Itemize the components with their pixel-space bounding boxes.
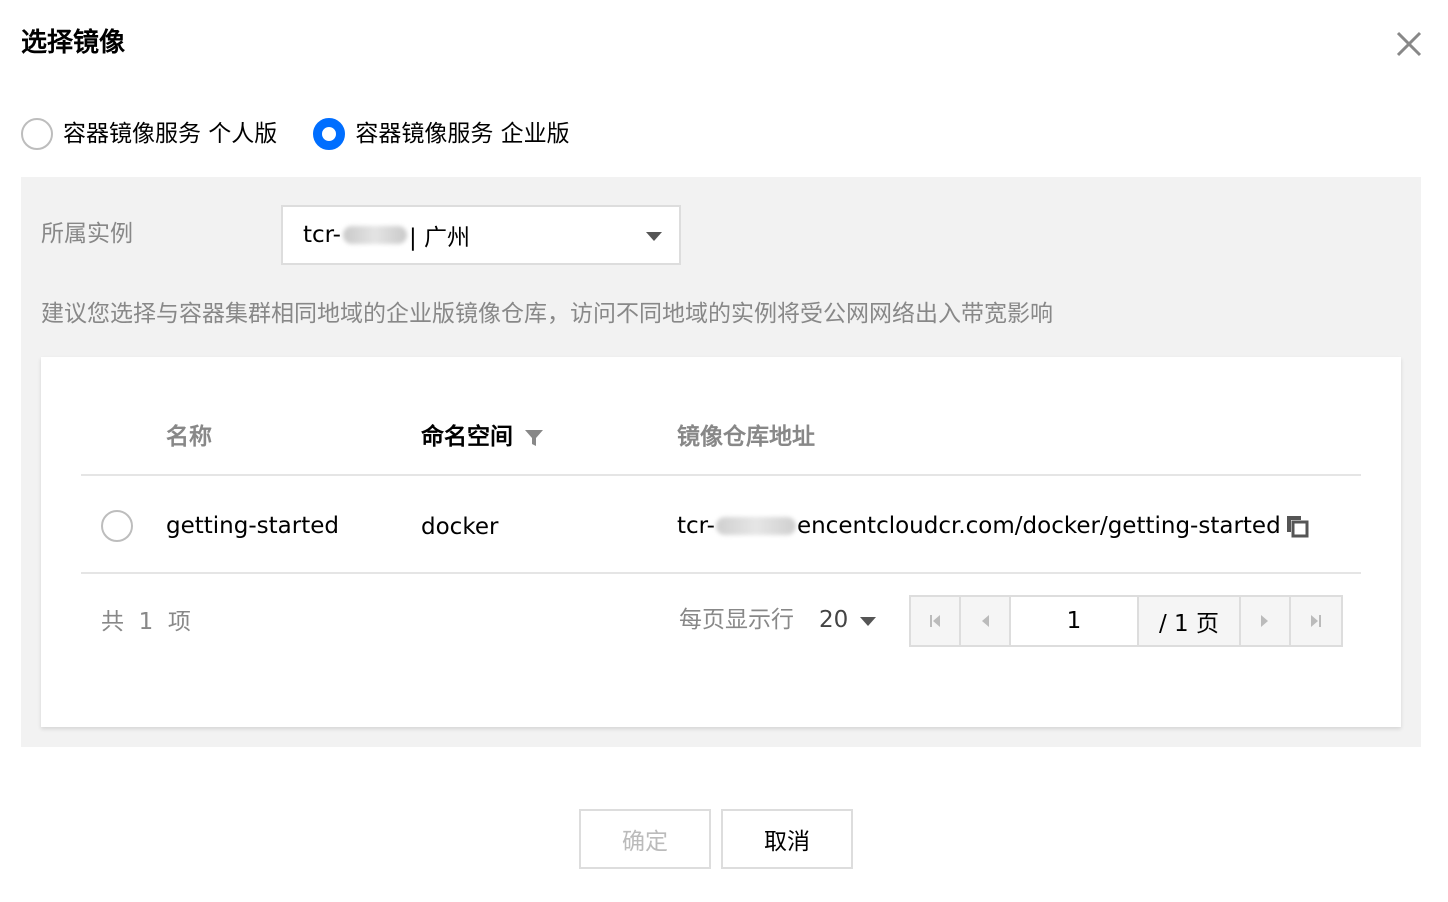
cell-namespace: docker — [421, 514, 499, 540]
first-page-icon — [930, 615, 940, 627]
row-divider — [81, 572, 1361, 574]
registry-type-radio-group: 容器镜像服务 个人版 容器镜像服务 企业版 — [21, 113, 606, 155]
prev-page-button[interactable] — [961, 597, 1011, 645]
last-page-icon — [1311, 615, 1321, 627]
instance-label: 所属实例 — [41, 221, 133, 247]
dialog-title: 选择镜像 — [21, 28, 126, 58]
cell-repo-address: tcr- encentcloudcr.com/docker/getting-st… — [677, 507, 1309, 545]
instance-value-prefix: tcr- — [303, 222, 341, 248]
last-page-button[interactable] — [1291, 597, 1341, 645]
select-image-dialog: 选择镜像 容器镜像服务 个人版 容器镜像服务 企业版 所属实例 tcr- | 广… — [0, 0, 1448, 902]
close-button[interactable] — [1390, 25, 1428, 63]
filter-icon[interactable] — [523, 427, 545, 449]
redacted-text — [342, 226, 407, 244]
chevron-down-icon — [646, 232, 662, 241]
column-header-namespace: 命名空间 — [421, 417, 545, 457]
address-suffix: encentcloudcr.com/docker/getting-started — [796, 513, 1281, 539]
total-pages: / 1 页 — [1139, 597, 1241, 645]
address-prefix: tcr- — [677, 513, 715, 539]
column-header-address: 镜像仓库地址 — [677, 424, 815, 450]
per-page-value: 20 — [819, 607, 849, 633]
instance-panel: 所属实例 tcr- | 广州 建议您选择与容器集群相同地域的企业版镜像仓库，访问… — [21, 177, 1421, 747]
total-count: 共 1 项 — [101, 609, 191, 635]
next-page-icon — [1261, 615, 1268, 627]
cell-image-name: getting-started — [166, 513, 339, 539]
per-page-select[interactable]: 20 — [819, 602, 877, 638]
per-page-label: 每页显示行 — [679, 607, 794, 633]
image-table-card: 名称 命名空间 镜像仓库地址 getting-started docker tc… — [41, 357, 1401, 727]
prev-page-icon — [982, 615, 989, 627]
cancel-button[interactable]: 取消 — [721, 809, 853, 869]
radio-label-personal: 容器镜像服务 个人版 — [63, 121, 278, 147]
radio-button-checked[interactable] — [313, 118, 346, 150]
header-divider — [81, 474, 1361, 476]
column-header-name: 名称 — [166, 424, 212, 450]
row-select-radio[interactable] — [101, 510, 133, 542]
radio-label-enterprise: 容器镜像服务 企业版 — [355, 121, 570, 147]
instance-value-suffix: | 广州 — [408, 225, 471, 251]
close-icon — [1396, 31, 1422, 57]
instance-select[interactable]: tcr- | 广州 — [281, 205, 681, 265]
radio-personal-edition[interactable]: 容器镜像服务 个人版 — [21, 114, 277, 154]
confirm-button[interactable]: 确定 — [579, 809, 711, 869]
copy-icon[interactable] — [1285, 514, 1309, 538]
first-page-button[interactable] — [911, 597, 961, 645]
column-header-namespace-label: 命名空间 — [421, 424, 513, 450]
radio-enterprise-edition[interactable]: 容器镜像服务 企业版 — [313, 114, 570, 154]
next-page-button[interactable] — [1241, 597, 1291, 645]
region-hint: 建议您选择与容器集群相同地域的企业版镜像仓库，访问不同地域的实例将受公网网络出入… — [41, 301, 1053, 327]
pagination-controls: 1 / 1 页 — [909, 595, 1343, 647]
redacted-text — [715, 517, 796, 535]
chevron-down-icon — [860, 616, 877, 626]
page-number-input[interactable]: 1 — [1011, 597, 1139, 645]
radio-button-unchecked[interactable] — [21, 118, 53, 150]
